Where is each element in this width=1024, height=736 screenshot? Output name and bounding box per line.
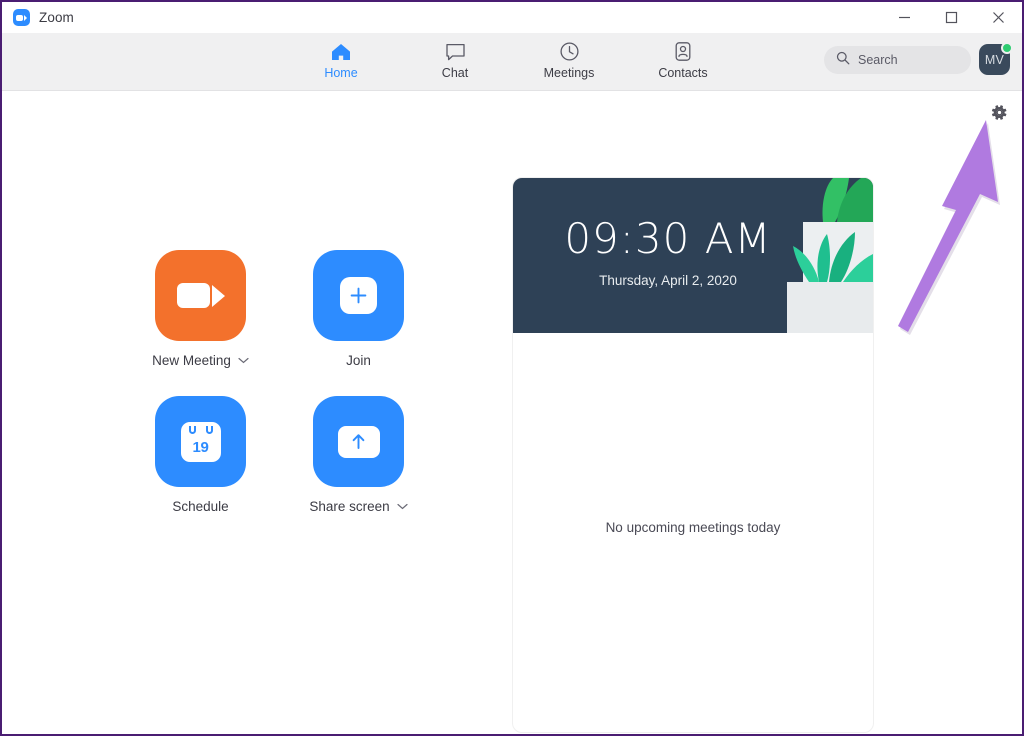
nav-label-home: Home xyxy=(324,65,358,80)
settings-gear-icon[interactable] xyxy=(990,103,1009,122)
schedule-label-row: Schedule xyxy=(172,499,228,514)
action-label-join: Join xyxy=(346,353,371,368)
nav-item-meetings[interactable]: Meetings xyxy=(535,38,603,86)
nav-label-contacts: Contacts xyxy=(658,65,708,80)
action-share-screen: Share screen xyxy=(309,396,408,514)
current-date: Thursday, April 2, 2020 xyxy=(599,273,737,288)
close-icon[interactable] xyxy=(975,2,1022,33)
home-icon xyxy=(330,41,352,63)
new-meeting-label-row: New Meeting xyxy=(152,353,249,368)
action-row-top: New Meeting Join xyxy=(152,250,407,368)
plus-square-icon xyxy=(340,277,377,314)
title-bar-left: Zoom xyxy=(2,9,74,26)
action-new-meeting: New Meeting xyxy=(152,250,249,368)
minimize-icon[interactable] xyxy=(881,2,928,33)
chevron-down-icon[interactable] xyxy=(397,503,408,510)
quick-action-grid: New Meeting Join 19 Schedule Share scree… xyxy=(152,250,408,514)
action-label-schedule: Schedule xyxy=(172,499,229,514)
nav-item-chat[interactable]: Chat xyxy=(421,38,489,86)
join-label-row: Join xyxy=(346,353,371,368)
action-schedule: 19 Schedule xyxy=(155,396,246,514)
meetings-list-area: No upcoming meetings today xyxy=(513,333,873,732)
chat-bubble-icon xyxy=(445,41,466,63)
upcoming-meetings-card: 09:30 AM Thursday, April 2, 2020 No upco… xyxy=(512,177,874,733)
search-placeholder: Search xyxy=(858,53,898,67)
schedule-button[interactable]: 19 xyxy=(155,396,246,487)
window-title: Zoom xyxy=(39,10,74,25)
action-row-bottom: 19 Schedule Share screen xyxy=(155,396,408,514)
contacts-person-icon xyxy=(673,41,693,63)
nav-item-contacts[interactable]: Contacts xyxy=(649,38,717,86)
clock-header: 09:30 AM Thursday, April 2, 2020 xyxy=(513,178,873,333)
nav-item-home[interactable]: Home xyxy=(307,38,375,86)
no-meetings-message: No upcoming meetings today xyxy=(605,520,781,535)
main-navigation-bar: Home Chat Meetings Contacts Search MV xyxy=(2,33,1022,91)
share-screen-arrow-icon xyxy=(337,425,380,458)
zoom-camera-icon xyxy=(13,9,30,26)
share-screen-button[interactable] xyxy=(313,396,404,487)
maximize-icon[interactable] xyxy=(928,2,975,33)
status-badge xyxy=(1001,42,1013,54)
zoom-app-window: Zoom Home Chat Meetings Contacts Search … xyxy=(0,0,1024,736)
new-meeting-button[interactable] xyxy=(155,250,246,341)
clock-icon xyxy=(559,41,580,63)
title-bar: Zoom xyxy=(2,2,1022,33)
action-label-new-meeting: New Meeting xyxy=(152,353,231,368)
nav-label-meetings: Meetings xyxy=(543,65,595,80)
action-join: Join xyxy=(313,250,404,368)
video-camera-icon xyxy=(176,283,225,308)
calendar-icon: 19 xyxy=(180,421,221,462)
search-icon xyxy=(836,51,850,70)
chevron-down-icon[interactable] xyxy=(238,357,249,364)
action-label-share-screen: Share screen xyxy=(309,499,390,514)
join-button[interactable] xyxy=(313,250,404,341)
avatar[interactable]: MV xyxy=(979,42,1013,77)
search-input[interactable]: Search xyxy=(824,46,971,74)
nav-label-chat: Chat xyxy=(441,65,469,80)
current-time: 09:30 AM xyxy=(564,214,772,263)
window-controls xyxy=(881,2,1022,33)
share-screen-label-row: Share screen xyxy=(309,499,408,514)
home-main-content: New Meeting Join 19 Schedule Share scree… xyxy=(2,92,1022,734)
calendar-day-number: 19 xyxy=(192,438,209,456)
